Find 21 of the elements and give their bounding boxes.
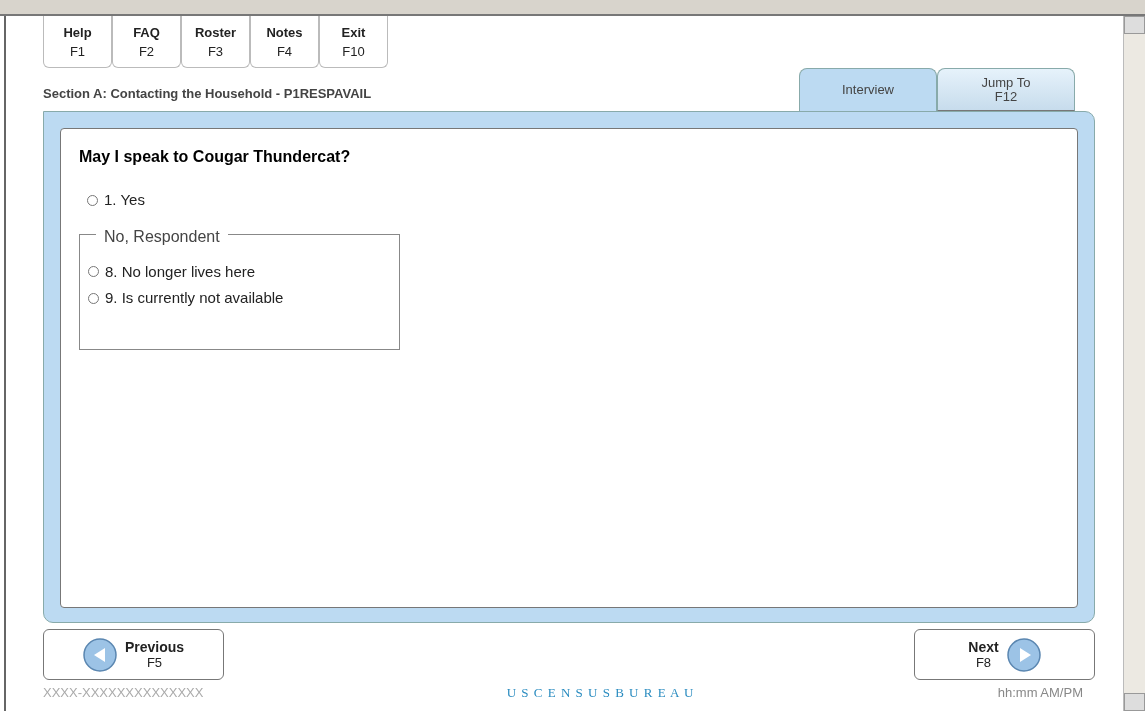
option-label[interactable]: 8. No longer lives here bbox=[105, 260, 256, 283]
previous-button[interactable]: Previous F5 bbox=[43, 629, 224, 680]
case-id: XXXX-XXXXXXXXXXXXXX bbox=[43, 686, 204, 700]
option-label[interactable]: 1. Yes bbox=[104, 189, 145, 212]
function-key-button[interactable]: Notes F4 bbox=[250, 16, 319, 68]
tab[interactable]: Interview bbox=[799, 68, 937, 111]
question-text: May I speak to Cougar Thundercat? bbox=[79, 147, 352, 167]
radio-button[interactable] bbox=[87, 194, 98, 206]
function-key-button[interactable]: Help F1 bbox=[43, 16, 112, 68]
agency-logo: U S C E N S U S B U R E A U bbox=[506, 686, 695, 700]
scrollbar[interactable] bbox=[1123, 16, 1145, 711]
section-title: Section A: Contacting the Household - P1RESPAVAIL bbox=[43, 84, 372, 103]
clock-text: hh:mm AM/PM bbox=[997, 686, 1083, 700]
next-button[interactable]: Next F8 bbox=[914, 629, 1095, 680]
radio-button[interactable] bbox=[88, 266, 99, 278]
function-key-button[interactable]: Exit F10 bbox=[319, 16, 388, 68]
tab[interactable]: Jump To F12 bbox=[937, 68, 1075, 111]
option-label[interactable]: 9. Is currently not available bbox=[105, 287, 284, 310]
function-key-button[interactable]: Roster F3 bbox=[181, 16, 250, 68]
function-key-button[interactable]: FAQ F2 bbox=[112, 16, 181, 68]
radio-button[interactable] bbox=[88, 292, 99, 304]
